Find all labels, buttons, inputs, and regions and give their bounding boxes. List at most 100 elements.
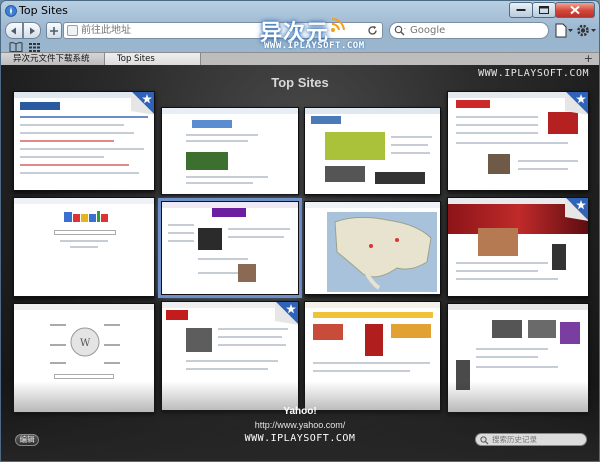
- thumb-line: [518, 160, 578, 162]
- thumb-line: [456, 142, 568, 144]
- thumbnail-google-search[interactable]: [13, 197, 155, 297]
- thumb-line: [186, 176, 268, 178]
- thumb-line: [168, 224, 194, 226]
- thumb-banner: [325, 166, 365, 182]
- thumb-line: [20, 140, 114, 142]
- google-logo-icon: [64, 211, 108, 222]
- selected-site-caption: Yahoo! http://www.yahoo.com/: [1, 406, 599, 430]
- thumb-line: [198, 258, 248, 260]
- thumb-header: [14, 304, 154, 310]
- pinned-star-icon: [131, 92, 154, 115]
- edit-button[interactable]: 编辑: [15, 434, 39, 446]
- maximize-icon: [539, 6, 549, 14]
- add-bookmark-button[interactable]: [46, 22, 62, 39]
- thumbnail-chinese-portal[interactable]: [447, 91, 589, 191]
- thumb-logo: [20, 102, 60, 110]
- maximize-button[interactable]: [532, 2, 556, 18]
- thumb-line: [228, 228, 290, 230]
- thumbnail-google-home[interactable]: [161, 107, 299, 195]
- search-input[interactable]: [410, 24, 540, 37]
- map-preview-icon: [327, 212, 437, 292]
- selected-site-title: Yahoo!: [283, 406, 317, 417]
- thumb-promo: [313, 324, 343, 340]
- thumb-photo: [238, 264, 256, 282]
- forward-arrow-icon: [30, 27, 35, 34]
- thumbnail-google-maps[interactable]: [304, 201, 441, 295]
- thumb-line: [20, 116, 148, 118]
- thumb-line: [186, 360, 278, 362]
- thumb-line: [218, 344, 286, 346]
- thumb-banner: [375, 172, 425, 184]
- thumb-banner: [325, 132, 385, 160]
- thumb-line: [476, 356, 538, 358]
- thumb-header: [448, 304, 588, 310]
- thumb-line: [20, 124, 124, 126]
- forward-button[interactable]: [23, 22, 41, 39]
- thumb-line: [60, 240, 108, 242]
- safari-compass-icon: [5, 5, 17, 17]
- thumb-line: [20, 132, 134, 134]
- close-button[interactable]: [555, 2, 595, 18]
- tab-iplaysoft-downloads[interactable]: 异次元文件下载系统: [1, 53, 105, 65]
- thumb-photo: [478, 228, 518, 256]
- history-search-input[interactable]: [492, 434, 582, 445]
- thumb-promo: [391, 324, 431, 338]
- thumb-line: [168, 232, 194, 234]
- thumb-header: [305, 302, 440, 308]
- thumb-line: [20, 156, 104, 158]
- thumb-line: [186, 368, 268, 370]
- thumbnail-forum-site[interactable]: [13, 91, 155, 191]
- thumb-promo: [365, 324, 383, 356]
- thumb-line: [20, 148, 144, 150]
- back-arrow-icon: [11, 27, 16, 34]
- thumbnail-news-site[interactable]: [447, 197, 589, 297]
- thumbnail-playsoft-site[interactable]: [304, 107, 441, 195]
- thumb-header: [14, 198, 154, 204]
- tab-top-sites[interactable]: Top Sites: [105, 53, 201, 65]
- thumb-line: [168, 240, 194, 242]
- thumb-header: [305, 202, 440, 208]
- thumb-line: [456, 124, 538, 126]
- thumb-header: [162, 108, 298, 114]
- back-button[interactable]: [5, 22, 23, 39]
- thumb-line: [198, 272, 238, 274]
- thumb-photo: [560, 322, 580, 344]
- thumbnail-yahoo[interactable]: [158, 198, 302, 298]
- window-title: Top Sites: [19, 4, 68, 17]
- thumb-photo: [198, 228, 222, 250]
- history-search-field[interactable]: [475, 433, 587, 446]
- reload-icon[interactable]: [367, 25, 378, 36]
- site-watermark: WWW.IPLAYSOFT.COM: [478, 68, 589, 79]
- wifi-signal-icon: [331, 17, 345, 32]
- top-sites-view: Top Sites WWW.IPLAYSOFT.COM W Yahoo! htt…: [1, 65, 599, 461]
- thumb-line: [391, 136, 432, 138]
- thumb-photo: [488, 154, 510, 174]
- thumb-line: [456, 278, 558, 280]
- thumb-line: [70, 246, 98, 248]
- thumb-line: [456, 132, 538, 134]
- thumb-banner: [186, 152, 228, 170]
- thumb-line: [313, 370, 410, 372]
- tab-bar: 异次元文件下载系统 Top Sites +: [1, 52, 599, 65]
- minimize-icon: [516, 9, 526, 11]
- selected-site-url: http://www.yahoo.com/: [254, 420, 346, 430]
- thumb-line: [456, 270, 538, 272]
- pinned-star-icon: [275, 302, 298, 325]
- search-field[interactable]: [389, 22, 549, 39]
- browser-window: Top Sites 前往此地址 Google 异次元 WWW.IPLAYSOFT…: [0, 0, 600, 462]
- thumb-line: [218, 328, 288, 330]
- thumb-phone: [552, 244, 566, 270]
- page-favicon-icon: [67, 25, 78, 36]
- thumb-banner: [548, 112, 578, 134]
- minimize-button[interactable]: [509, 2, 533, 18]
- page-menu-icon[interactable]: [554, 22, 574, 39]
- thumb-line: [313, 362, 430, 364]
- thumb-photo: [528, 320, 556, 338]
- thumb-logo: [456, 100, 490, 108]
- thumb-searchbox: [54, 230, 116, 235]
- search-icon: [480, 436, 489, 445]
- gear-icon[interactable]: [575, 22, 597, 39]
- thumb-line: [476, 366, 558, 368]
- new-tab-button[interactable]: +: [584, 52, 593, 65]
- thumb-searchbox: [54, 374, 114, 379]
